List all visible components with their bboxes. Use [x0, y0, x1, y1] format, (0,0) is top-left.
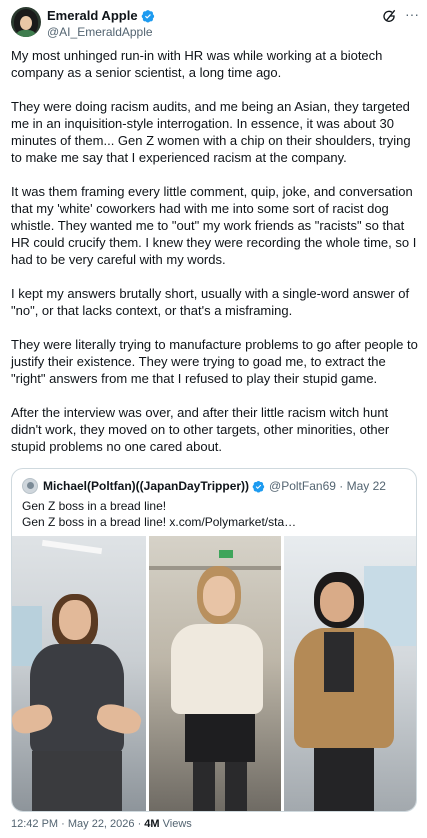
tweet-paragraph: I kept my answers brutally short, usuall… — [11, 286, 410, 318]
author-display-name[interactable]: Emerald Apple — [47, 8, 138, 23]
verified-badge-icon — [141, 9, 154, 22]
quoted-tweet-header: Michael(Poltfan)((JapanDayTripper)) @Pol… — [22, 478, 386, 494]
author-name-row: Emerald Apple — [47, 7, 155, 24]
more-options-button[interactable]: ··· — [405, 6, 419, 22]
video-frame-2[interactable] — [149, 536, 281, 811]
quoted-author-name[interactable]: Michael(Poltfan)((JapanDayTripper)) — [43, 479, 249, 493]
timestamp[interactable]: 12:42 PM · May 22, 2026 · — [11, 818, 144, 830]
author-avatar[interactable] — [11, 7, 41, 37]
tweet-paragraph: It was them framing every little comment… — [11, 184, 417, 267]
quoted-media-grid — [12, 536, 416, 811]
author-handle[interactable]: @AI_EmeraldApple — [47, 25, 153, 39]
views-label: Views — [159, 818, 192, 830]
grok-icon[interactable] — [381, 8, 397, 24]
tweet-paragraph: They were doing racism audits, and me be… — [11, 99, 411, 165]
quoted-author-avatar[interactable] — [22, 478, 38, 494]
tweet-text: My most unhinged run-in with HR was whil… — [11, 47, 419, 472]
quoted-tweet[interactable]: Michael(Poltfan)((JapanDayTripper)) @Pol… — [11, 468, 417, 812]
quoted-tweet-text: Gen Z boss in a bread line! Gen Z boss i… — [22, 498, 408, 530]
tweet-paragraph: After the interview was over, and after … — [11, 405, 390, 454]
tweet-paragraph: They were literally trying to manufactur… — [11, 337, 418, 386]
quoted-author-handle-date[interactable]: @PoltFan69 · May 22 — [269, 479, 386, 493]
video-frame-1[interactable] — [12, 536, 146, 811]
verified-badge-icon — [252, 480, 265, 493]
view-count[interactable]: 4M — [144, 818, 159, 830]
quoted-text-line: Gen Z boss in a bread line! x.com/Polyma… — [22, 515, 297, 529]
video-frame-3[interactable] — [284, 536, 416, 811]
tweet-paragraph: My most unhinged run-in with HR was whil… — [11, 48, 383, 80]
quoted-text-line: Gen Z boss in a bread line! — [22, 499, 167, 513]
tweet-meta: 12:42 PM · May 22, 2026 · 4M Views — [11, 818, 192, 830]
tweet-header: Emerald Apple @AI_EmeraldApple ··· — [11, 4, 419, 44]
